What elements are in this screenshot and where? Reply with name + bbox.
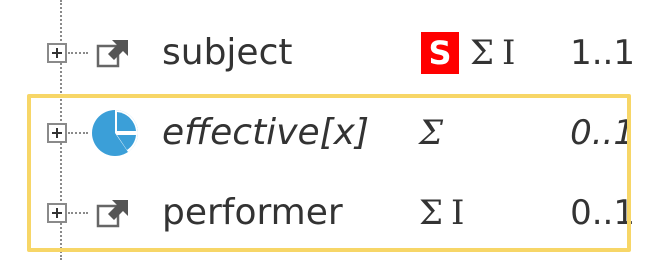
tree-connector [68,52,88,54]
element-name: effective[x] [162,112,370,153]
modifier-flag: I [502,33,516,73]
element-name: performer [162,192,343,233]
tree-connector [68,212,88,214]
summary-flag: Σ [419,193,444,233]
element-name: subject [162,32,293,73]
must-support-badge: S [421,32,459,74]
expand-toggle-icon[interactable] [47,43,67,63]
cardinality: 0..1 [570,193,635,233]
tree-row-effective[interactable]: effective[x] Σ 0..1 [0,100,659,170]
tree-row-subject[interactable]: subject S Σ I 1..1 [0,20,659,90]
summary-flag: Σ [470,33,495,73]
expand-toggle-icon[interactable] [47,203,67,223]
cardinality: 0..1 [570,113,635,153]
summary-flag: Σ [419,113,444,153]
reference-icon [96,200,128,228]
modifier-flag: I [451,193,465,233]
choice-type-icon [92,110,139,156]
cardinality: 1..1 [570,33,635,73]
tree-row-performer[interactable]: performer Σ I 0..1 [0,180,659,250]
tree-connector [68,132,88,134]
reference-icon [96,40,128,68]
expand-toggle-icon[interactable] [47,123,67,143]
